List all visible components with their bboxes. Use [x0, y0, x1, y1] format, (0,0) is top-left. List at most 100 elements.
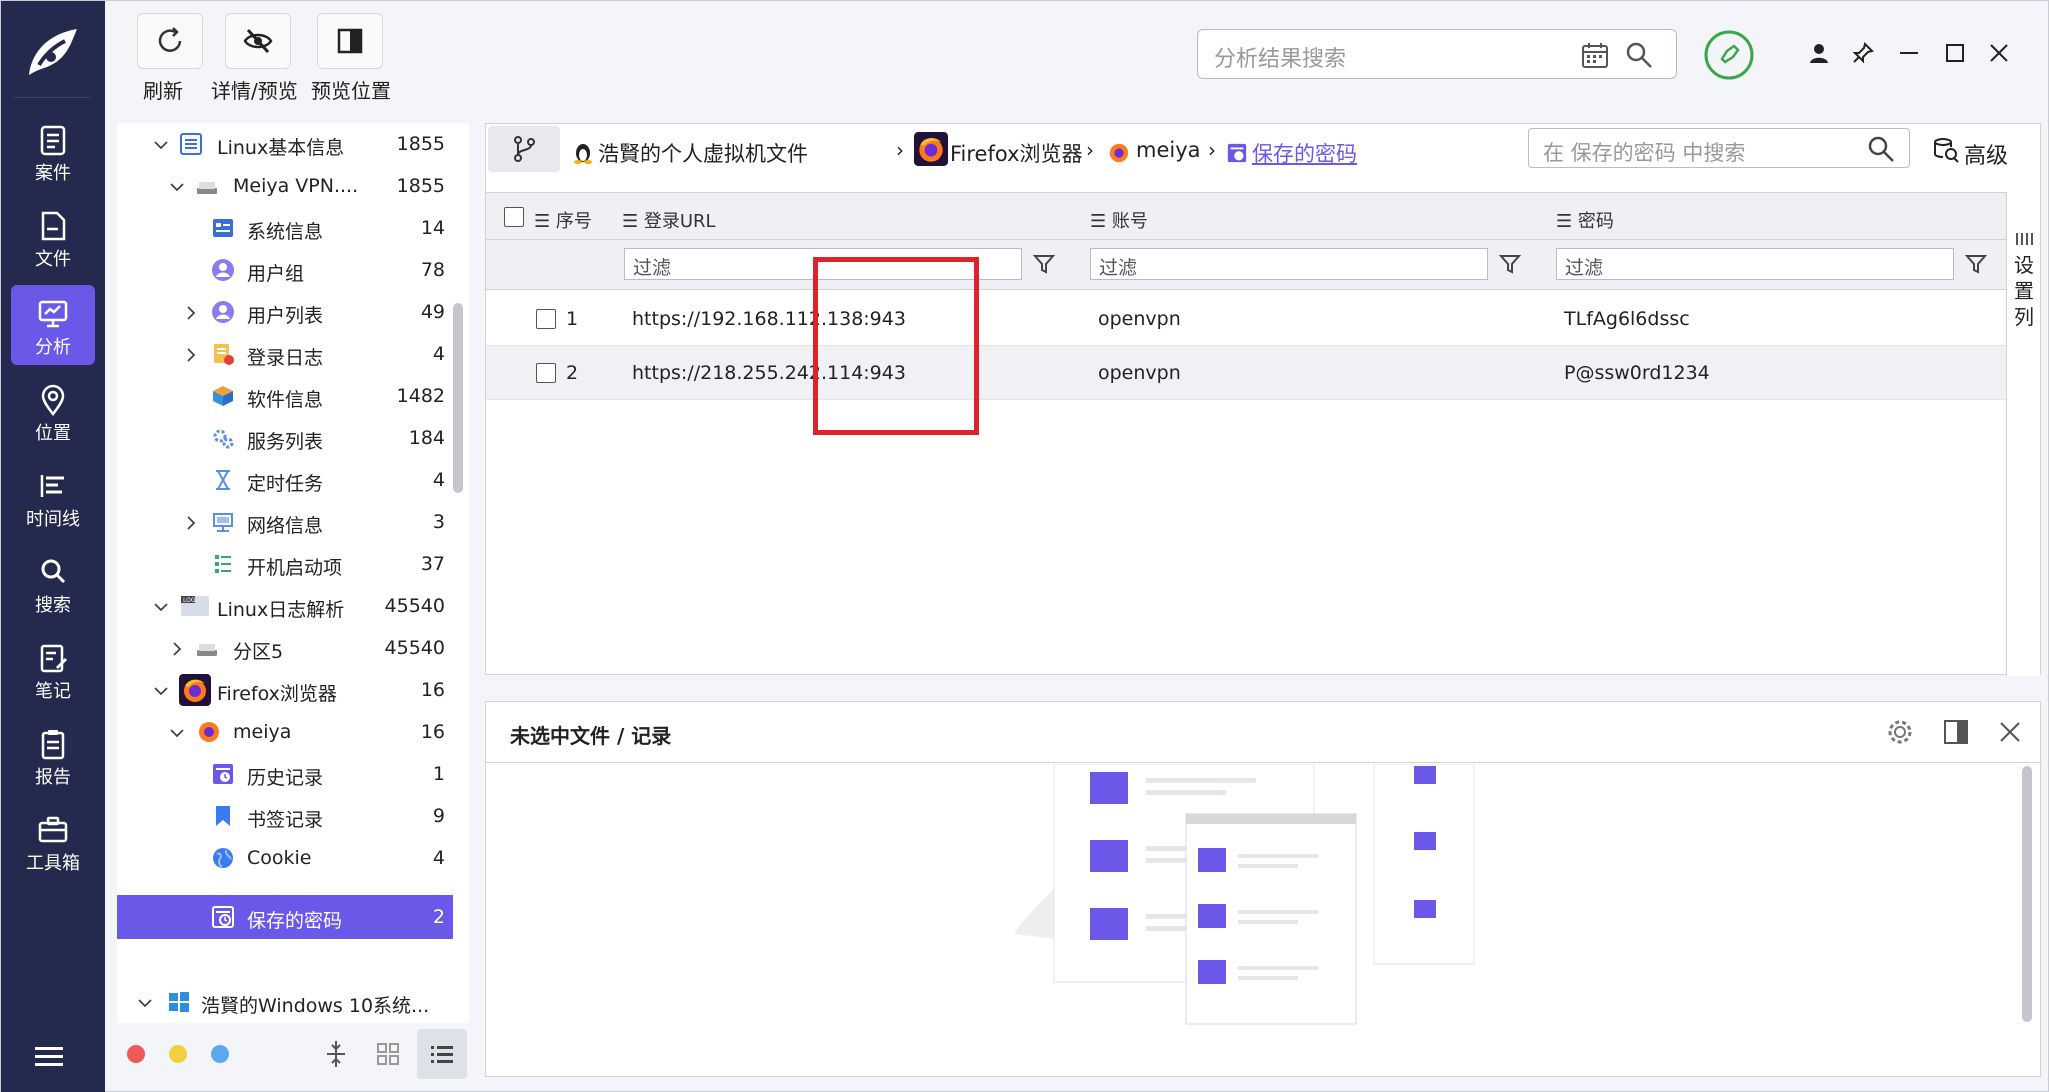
blue-dot-icon[interactable] [211, 1045, 229, 1063]
chevron-right-icon[interactable] [183, 305, 199, 321]
nav-case[interactable]: 案件 [11, 111, 95, 191]
tree-node-linux-log[interactable]: LOG Linux日志解析 45540 [117, 585, 453, 627]
panel-layout-icon[interactable] [1942, 718, 1970, 746]
tree-node-history[interactable]: 历史记录 1 [117, 753, 453, 795]
red-dot-icon[interactable] [127, 1045, 145, 1063]
evidence-tree: Linux基本信息 1855 Meiya VPN.... 1855 系统信息 1… [117, 123, 469, 1081]
hourglass-icon [216, 470, 230, 490]
close-icon[interactable] [1987, 41, 2011, 65]
hamburger-menu-icon[interactable] [35, 1045, 71, 1069]
advanced-search-button[interactable]: 高级 [1930, 130, 2030, 170]
tree-node-user-group[interactable]: 用户组 78 [117, 249, 453, 291]
refresh-button[interactable] [137, 13, 203, 69]
chevron-down-icon[interactable] [153, 683, 169, 699]
minimize-icon[interactable] [1897, 41, 1921, 65]
tree-node-linux-basic-info[interactable]: Linux基本信息 1855 [117, 123, 453, 165]
tree-node-cookie[interactable]: Cookie 4 [117, 837, 453, 879]
pin-icon[interactable] [1851, 41, 1875, 65]
details-preview-button[interactable] [225, 13, 291, 69]
tree-node-login-log[interactable]: 登录日志 4 [117, 333, 453, 375]
tree-node-scheduled-tasks[interactable]: 定时任务 4 [117, 459, 453, 501]
tree-node-label: 开机启动项 [247, 557, 343, 579]
account-filter-input[interactable]: 过滤 [1090, 248, 1488, 280]
table-row[interactable]: 2 https://218.255.242.114:943 openvpn P@… [486, 346, 2006, 400]
nav-report[interactable]: 报告 [11, 715, 95, 795]
password-filter-input[interactable]: 过滤 [1556, 248, 1954, 280]
tree-node-user-list[interactable]: 用户列表 49 [117, 291, 453, 333]
empty-state-illustration-icon [1014, 764, 1475, 1025]
breadcrumb-current[interactable]: 保存的密码 [1252, 138, 1357, 168]
nav-file[interactable]: 文件 [11, 197, 95, 277]
disk-icon [197, 182, 217, 194]
chevron-down-icon[interactable] [169, 179, 185, 195]
select-all-checkbox[interactable] [504, 207, 524, 227]
filter-icon[interactable] [1964, 252, 1988, 276]
app-logo-icon [29, 29, 77, 75]
nav-timeline[interactable]: 时间线 [11, 457, 95, 537]
tree-node-meiya-vpn[interactable]: Meiya VPN.... 1855 [117, 165, 453, 207]
column-settings-tab[interactable]: 设置列 [2006, 192, 2040, 676]
yellow-dot-icon[interactable] [169, 1045, 187, 1063]
filter-icon[interactable] [1498, 252, 1522, 276]
user-icon[interactable] [1807, 41, 1831, 65]
nav-toolbox[interactable]: 工具箱 [11, 801, 95, 881]
collapse-all-icon[interactable] [323, 1039, 349, 1069]
row-index: 2 [566, 362, 579, 384]
tree-node-meiya-profile[interactable]: meiya 16 [117, 711, 453, 753]
row-checkbox[interactable] [536, 309, 556, 329]
analysis-search-input[interactable]: 分析结果搜索 [1197, 29, 1677, 79]
globe-icon [213, 848, 233, 868]
chevron-down-icon[interactable] [153, 599, 169, 615]
tree-node-saved-passwords[interactable]: 保存的密码 2 [117, 895, 453, 939]
chevron-right-icon[interactable] [183, 347, 199, 363]
table-search-input[interactable]: 在 保存的密码 中搜索 [1528, 128, 1910, 168]
list-view-button[interactable] [417, 1029, 467, 1079]
chevron-down-icon[interactable] [137, 995, 153, 1011]
column-header-url[interactable]: ☰ 登录URL [622, 207, 716, 233]
chevron-right-icon[interactable] [183, 515, 199, 531]
breadcrumb-item[interactable]: 浩賢的个人虚拟机文件 [598, 138, 808, 168]
log-file-icon: LOG [181, 596, 209, 616]
tree-node-startup-items[interactable]: 开机启动项 37 [117, 543, 453, 585]
nav-search[interactable]: 搜索 [11, 543, 95, 623]
breadcrumb-item[interactable]: Firefox浏览器 [950, 138, 1083, 168]
clipboard-icon [40, 125, 66, 156]
tree-node-network-info[interactable]: 网络信息 3 [117, 501, 453, 543]
calendar-icon[interactable] [1580, 40, 1610, 70]
nav-location[interactable]: 位置 [11, 371, 95, 451]
gear-icon[interactable] [1886, 718, 1914, 746]
column-header-password[interactable]: ☰ 密码 [1556, 207, 1614, 233]
branch-toggle-button[interactable] [488, 126, 560, 172]
list-view-icon [431, 1046, 453, 1063]
tree-node-partition5[interactable]: 分区5 45540 [117, 627, 453, 669]
table-row[interactable]: 1 https://192.168.112.138:943 openvpn TL… [486, 292, 2006, 346]
tree-node-firefox[interactable]: Firefox浏览器 16 [117, 669, 453, 711]
tree-node-system-info[interactable]: 系统信息 14 [117, 207, 453, 249]
chevron-right-icon[interactable] [169, 641, 185, 657]
tree-node-windows10[interactable]: 浩賢的Windows 10系统... [117, 981, 453, 1023]
preview-position-button[interactable] [317, 13, 383, 69]
column-header-account[interactable]: ☰ 账号 [1090, 207, 1148, 233]
tree-node-service-list[interactable]: 服务列表 184 [117, 417, 453, 459]
pin-status-icon[interactable] [1703, 29, 1755, 81]
nav-note[interactable]: 笔记 [11, 629, 95, 709]
close-icon[interactable] [1996, 718, 2024, 746]
nav-analysis[interactable]: 分析 [11, 285, 95, 365]
row-checkbox[interactable] [536, 363, 556, 383]
grid-view-icon[interactable] [375, 1041, 401, 1067]
chevron-down-icon[interactable] [169, 725, 185, 741]
maximize-icon[interactable] [1943, 41, 1967, 65]
search-icon[interactable] [1867, 135, 1895, 163]
chevron-down-icon[interactable] [153, 137, 169, 153]
preview-scrollbar[interactable] [2022, 766, 2032, 1022]
breadcrumb-item[interactable]: meiya [1136, 138, 1201, 162]
nav-toolbox-label: 工具箱 [26, 853, 80, 874]
tree-node-bookmarks[interactable]: 书签记录 9 [117, 795, 453, 837]
search-icon[interactable] [1624, 40, 1654, 70]
breadcrumb-separator: › [1208, 138, 1216, 162]
tree-node-software-info[interactable]: 软件信息 1482 [117, 375, 453, 417]
bookmark-icon [216, 806, 230, 826]
tree-scrollbar[interactable] [453, 303, 463, 493]
filter-icon[interactable] [1032, 252, 1056, 276]
column-header-index[interactable]: ☰ 序号 [534, 207, 592, 233]
